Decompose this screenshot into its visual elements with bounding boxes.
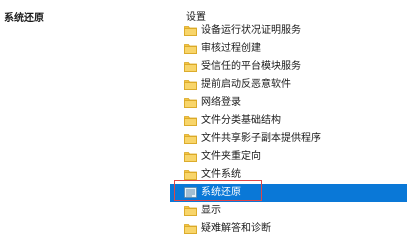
tree-item[interactable]: 文件分类基础结构 xyxy=(170,112,407,130)
folder-icon xyxy=(184,43,197,54)
tree-item-label: 提前启动反恶意软件 xyxy=(201,79,291,90)
tree-item-label: 文件系统 xyxy=(201,169,241,180)
folder-icon xyxy=(184,133,197,144)
tree-item[interactable]: 网络登录 xyxy=(170,94,407,112)
tree-item[interactable]: 显示 xyxy=(170,202,407,220)
tree-item-label: 设备运行状况证明服务 xyxy=(201,25,301,36)
tree-item[interactable]: 文件系统 xyxy=(170,166,407,184)
tree-item-label: 审核过程创建 xyxy=(201,43,261,54)
tree-item[interactable]: 系统还原 xyxy=(170,184,407,202)
tree-item[interactable]: 疑难解答和诊断 xyxy=(170,220,407,238)
tree-item[interactable]: 提前启动反恶意软件 xyxy=(170,76,407,94)
tree-item-label: 文件共享影子副本提供程序 xyxy=(201,133,321,144)
tree-item[interactable]: 审核过程创建 xyxy=(170,40,407,58)
tree-item-label: 疑难解答和诊断 xyxy=(201,223,271,234)
left-pane-title: 系统还原 xyxy=(4,13,44,24)
right-pane: 设置 设备运行状况证明服务 审核过程创建受信任的平台模块服务 提前启动反恶意软件 网络… xyxy=(170,0,407,241)
folder-icon xyxy=(184,151,197,162)
policy-setting-icon xyxy=(184,187,197,198)
settings-header: 设置 xyxy=(186,12,206,23)
folder-icon xyxy=(184,223,197,234)
tree-item-label: 系统还原 xyxy=(201,187,241,198)
left-pane: 系统还原 xyxy=(0,0,160,241)
folder-icon xyxy=(184,169,197,180)
tree-item[interactable]: 受信任的平台模块服务 xyxy=(170,58,407,76)
tree-item-label: 文件夹重定向 xyxy=(201,151,261,162)
folder-icon xyxy=(184,79,197,90)
tree-item[interactable]: 设备运行状况证明服务 xyxy=(170,22,407,40)
settings-tree: 设备运行状况证明服务 审核过程创建受信任的平台模块服务 提前启动反恶意软件 网络登录文… xyxy=(170,22,407,238)
tree-item-label: 网络登录 xyxy=(201,97,241,108)
folder-icon xyxy=(184,97,197,108)
tree-item-label: 受信任的平台模块服务 xyxy=(201,61,301,72)
folder-icon xyxy=(184,61,197,72)
folder-icon xyxy=(184,115,197,126)
folder-icon xyxy=(184,205,197,216)
tree-item[interactable]: 文件共享影子副本提供程序 xyxy=(170,130,407,148)
folder-icon xyxy=(184,25,197,36)
tree-item[interactable]: 文件夹重定向 xyxy=(170,148,407,166)
tree-item-label: 文件分类基础结构 xyxy=(201,115,281,126)
tree-item-label: 显示 xyxy=(201,205,221,216)
